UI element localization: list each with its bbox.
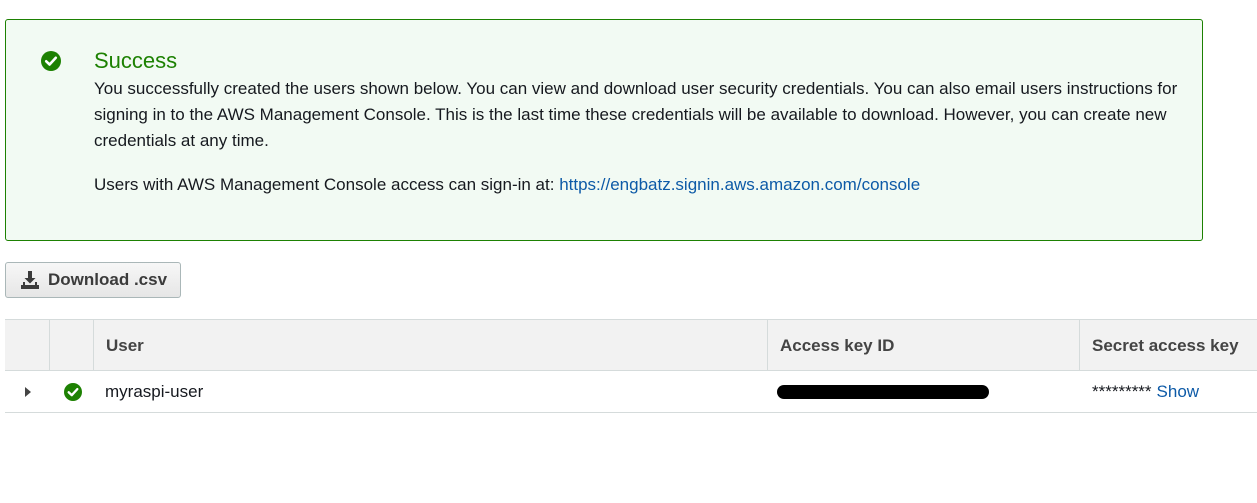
header-secret-access-key: Secret access key (1079, 320, 1257, 371)
check-circle-icon (64, 382, 82, 401)
table-row: myraspi-user ********* Show (5, 371, 1257, 413)
signin-info: Users with AWS Management Console access… (94, 172, 920, 198)
success-alert: Success You successfully created the use… (5, 19, 1203, 241)
user-name: myraspi-user (105, 381, 204, 401)
access-key-id-value (777, 371, 989, 412)
download-csv-button[interactable]: Download .csv (5, 262, 181, 298)
users-table: User Access key ID Secret access key myr… (5, 319, 1257, 413)
row-status (64, 371, 82, 412)
alert-title: Success (94, 48, 178, 73)
download-icon (21, 271, 39, 289)
show-secret-link[interactable]: Show (1157, 382, 1200, 402)
redaction-bar (777, 384, 989, 399)
header-user: User (93, 320, 768, 371)
caret-right-icon (25, 386, 31, 397)
header-status-col (49, 320, 93, 371)
header-access-key-id: Access key ID (767, 320, 1079, 371)
table-header: User Access key ID Secret access key (5, 319, 1257, 371)
signin-prefix: Users with AWS Management Console access… (94, 175, 560, 194)
alert-message: You successfully created the users shown… (94, 79, 1178, 150)
secret-access-key-cell: ********* Show (1092, 371, 1199, 412)
download-csv-label: Download .csv (48, 270, 168, 289)
signin-url-link[interactable]: https://engbatz.signin.aws.amazon.com/co… (559, 175, 920, 194)
secret-masked-value: ********* (1092, 381, 1152, 401)
header-expand-col (5, 320, 49, 371)
check-circle-icon (41, 51, 61, 71)
expand-row-toggle[interactable] (25, 371, 31, 412)
